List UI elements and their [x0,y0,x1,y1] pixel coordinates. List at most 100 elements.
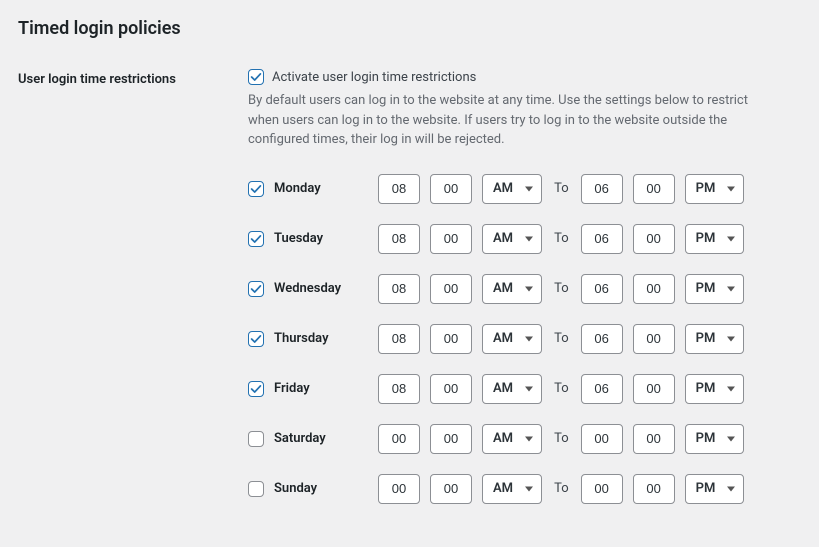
from-minute-input[interactable] [430,174,472,204]
activate-checkbox[interactable] [248,69,264,85]
day-label: Wednesday [274,281,341,296]
to-ampm-label: PM [696,431,716,446]
to-ampm-label: PM [696,331,716,346]
chevron-down-icon [727,236,735,241]
chevron-down-icon [727,336,735,341]
from-ampm-select[interactable]: AM [482,474,542,504]
chevron-down-icon [727,386,735,391]
day-checkbox-friday[interactable] [248,381,264,397]
from-ampm-label: AM [493,181,513,196]
to-label: To [552,181,571,196]
to-minute-input[interactable] [633,324,675,354]
to-ampm-label: PM [696,281,716,296]
to-ampm-select[interactable]: PM [685,274,745,304]
from-minute-input[interactable] [430,474,472,504]
to-hour-input[interactable] [581,474,623,504]
day-row-monday: Monday AM To PM [248,174,801,204]
from-ampm-label: AM [493,481,513,496]
user-login-time-restrictions-row: User login time restrictions Activate us… [18,69,801,504]
day-row-saturday: Saturday AM To PM [248,424,801,454]
day-label: Sunday [274,481,317,496]
description-text: By default users can log in to the websi… [248,91,768,150]
from-minute-input[interactable] [430,224,472,254]
to-hour-input[interactable] [581,224,623,254]
to-minute-input[interactable] [633,374,675,404]
to-hour-input[interactable] [581,174,623,204]
from-hour-input[interactable] [378,224,420,254]
to-label: To [552,331,571,346]
from-ampm-select[interactable]: AM [482,174,542,204]
from-hour-input[interactable] [378,174,420,204]
from-minute-input[interactable] [430,324,472,354]
to-ampm-label: PM [696,481,716,496]
from-ampm-select[interactable]: AM [482,274,542,304]
from-hour-input[interactable] [378,274,420,304]
to-ampm-label: PM [696,381,716,396]
to-label: To [552,481,571,496]
from-ampm-select[interactable]: AM [482,324,542,354]
from-hour-input[interactable] [378,424,420,454]
chevron-down-icon [525,336,533,341]
to-minute-input[interactable] [633,274,675,304]
from-ampm-label: AM [493,381,513,396]
to-ampm-select[interactable]: PM [685,224,745,254]
day-checkbox-saturday[interactable] [248,431,264,447]
to-label: To [552,431,571,446]
to-ampm-select[interactable]: PM [685,374,745,404]
day-checkbox-thursday[interactable] [248,331,264,347]
check-icon [249,382,263,396]
to-minute-input[interactable] [633,424,675,454]
day-checkbox-monday[interactable] [248,181,264,197]
from-hour-input[interactable] [378,474,420,504]
day-row-wednesday: Wednesday AM To PM [248,274,801,304]
to-hour-input[interactable] [581,324,623,354]
to-label: To [552,231,571,246]
day-label: Tuesday [274,231,323,246]
to-label: To [552,281,571,296]
check-icon [249,282,263,296]
from-minute-input[interactable] [430,274,472,304]
from-ampm-label: AM [493,331,513,346]
from-ampm-select[interactable]: AM [482,424,542,454]
chevron-down-icon [525,286,533,291]
to-ampm-select[interactable]: PM [685,424,745,454]
from-ampm-label: AM [493,281,513,296]
chevron-down-icon [525,386,533,391]
to-ampm-label: PM [696,181,716,196]
chevron-down-icon [727,186,735,191]
to-hour-input[interactable] [581,374,623,404]
check-icon [249,70,263,84]
day-label: Friday [274,381,310,396]
chevron-down-icon [525,236,533,241]
to-ampm-select[interactable]: PM [685,174,745,204]
page-title: Timed login policies [18,18,801,39]
chevron-down-icon [525,486,533,491]
from-ampm-select[interactable]: AM [482,224,542,254]
day-label: Thursday [274,331,329,346]
day-label: Monday [274,181,321,196]
to-hour-input[interactable] [581,424,623,454]
from-ampm-label: AM [493,431,513,446]
from-minute-input[interactable] [430,424,472,454]
day-label: Saturday [274,431,326,446]
from-ampm-label: AM [493,231,513,246]
day-row-friday: Friday AM To PM [248,374,801,404]
to-minute-input[interactable] [633,474,675,504]
to-ampm-label: PM [696,231,716,246]
day-checkbox-sunday[interactable] [248,481,264,497]
to-ampm-select[interactable]: PM [685,474,745,504]
day-row-tuesday: Tuesday AM To PM [248,224,801,254]
day-row-thursday: Thursday AM To PM [248,324,801,354]
from-ampm-select[interactable]: AM [482,374,542,404]
to-minute-input[interactable] [633,224,675,254]
day-checkbox-tuesday[interactable] [248,231,264,247]
to-hour-input[interactable] [581,274,623,304]
from-hour-input[interactable] [378,374,420,404]
from-hour-input[interactable] [378,324,420,354]
from-minute-input[interactable] [430,374,472,404]
to-ampm-select[interactable]: PM [685,324,745,354]
day-checkbox-wednesday[interactable] [248,281,264,297]
chevron-down-icon [727,486,735,491]
activate-label: Activate user login time restrictions [272,70,476,85]
to-minute-input[interactable] [633,174,675,204]
